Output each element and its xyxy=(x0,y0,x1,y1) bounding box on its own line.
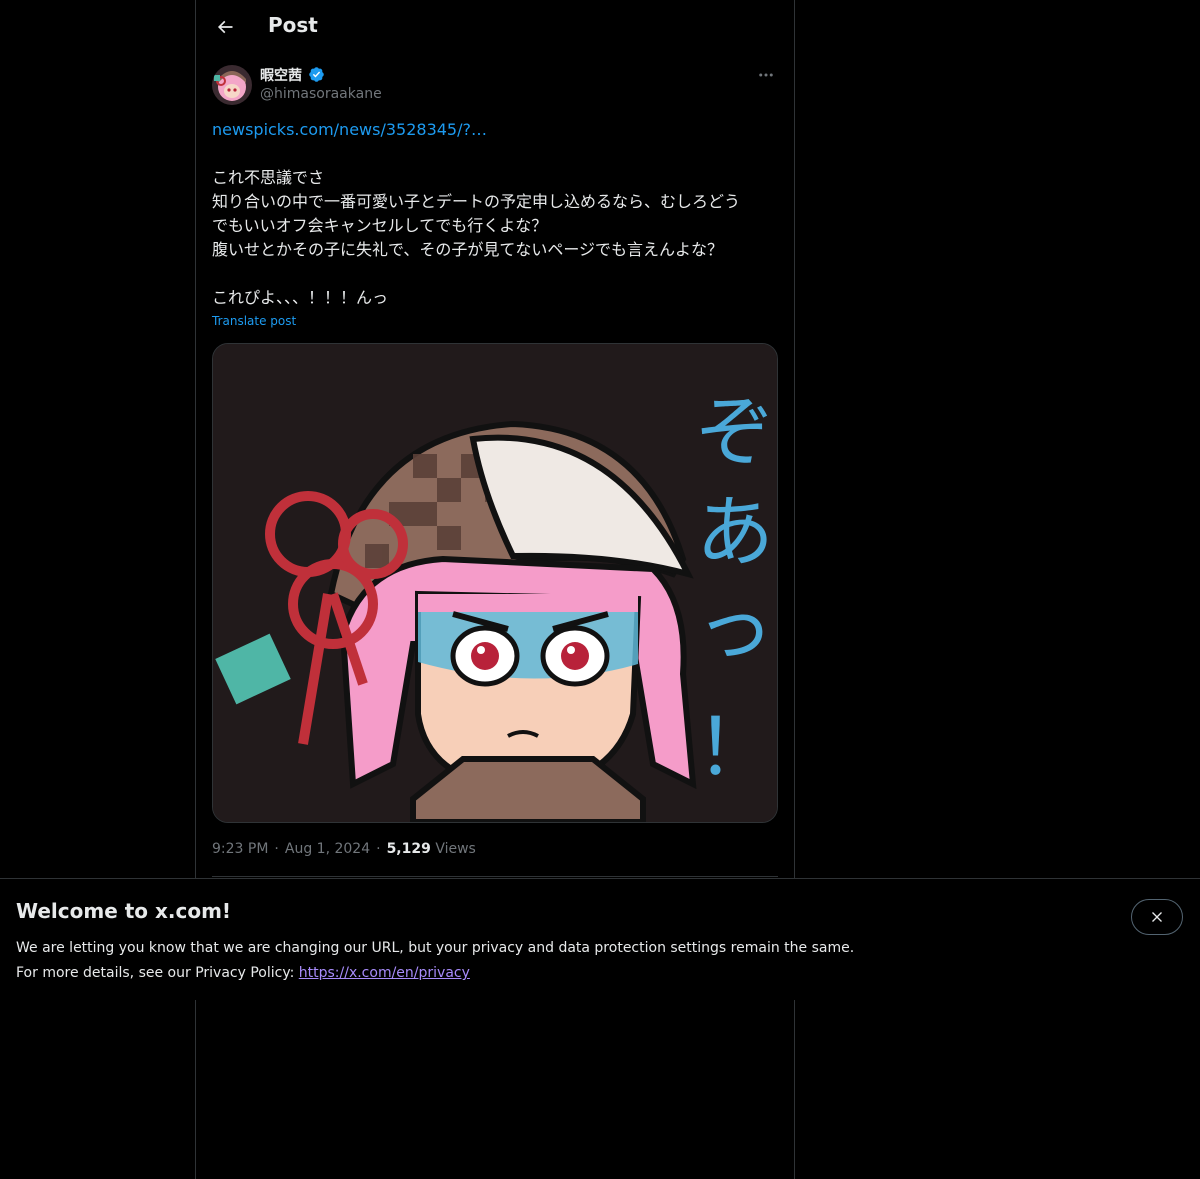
author-display-name[interactable]: 暇空茜 xyxy=(260,65,302,85)
translate-post-link[interactable]: Translate post xyxy=(212,314,296,328)
avatar[interactable] xyxy=(212,65,252,105)
views-count: 5,129 xyxy=(386,841,431,857)
media-caption-glyph: ！ xyxy=(696,703,774,793)
more-icon xyxy=(759,73,773,77)
page-title: Post xyxy=(268,13,318,37)
page-header: Post xyxy=(196,0,794,53)
post-metadata: 9:23 PM · Aug 1, 2024 · 5,129 Views xyxy=(212,841,476,857)
welcome-banner: Welcome to x.com! We are letting you kno… xyxy=(0,878,1200,1000)
close-banner-button[interactable] xyxy=(1131,899,1183,935)
post-date[interactable]: Aug 1, 2024 xyxy=(285,841,370,857)
post-link[interactable]: newspicks.com/news/3528345/?… xyxy=(212,120,487,139)
post-media-image[interactable]: ぞ あ っ ！ xyxy=(212,343,778,823)
media-caption-glyph: あ xyxy=(696,488,774,578)
privacy-policy-link[interactable]: https://x.com/en/privacy xyxy=(299,965,470,981)
post-text: newspicks.com/news/3528345/?… これ不思議でさ 知り… xyxy=(212,118,778,310)
media-caption-glyph: ぞ xyxy=(696,388,774,478)
divider xyxy=(212,876,778,877)
author-handle[interactable]: @himasoraakane xyxy=(260,86,382,102)
views-label: Views xyxy=(435,841,476,857)
more-options-button[interactable] xyxy=(754,64,778,86)
post-line: でもいいオフ会キャンセルしてでも行くよな？ xyxy=(212,216,548,235)
banner-text: We are letting you know that we are chan… xyxy=(16,936,854,986)
main-column: Post 暇空茜 @himasoraakane newspicks.com/ne… xyxy=(195,0,795,1179)
post-time[interactable]: 9:23 PM xyxy=(212,841,268,857)
banner-line: For more details, see our Privacy Policy… xyxy=(16,965,299,981)
post-line: これ不思議でさ xyxy=(212,168,325,187)
verified-badge-icon xyxy=(309,67,324,82)
arrow-left-icon xyxy=(217,20,233,34)
back-button[interactable] xyxy=(208,10,242,44)
post-line: 知り合いの中で一番可愛い子とデートの予定申し込めるなら、むしろどう xyxy=(212,192,741,211)
close-icon xyxy=(1152,912,1162,922)
banner-line: We are letting you know that we are chan… xyxy=(16,940,855,956)
banner-title: Welcome to x.com! xyxy=(16,899,232,923)
post-line: これぴよ、、、！！！んっ xyxy=(212,288,389,307)
post-author: 暇空茜 @himasoraakane xyxy=(212,64,778,108)
media-caption-glyph: っ xyxy=(696,583,774,673)
post-line: 腹いせとかその子に失礼で、その子が見てないページでも言えんよな？ xyxy=(212,240,724,259)
